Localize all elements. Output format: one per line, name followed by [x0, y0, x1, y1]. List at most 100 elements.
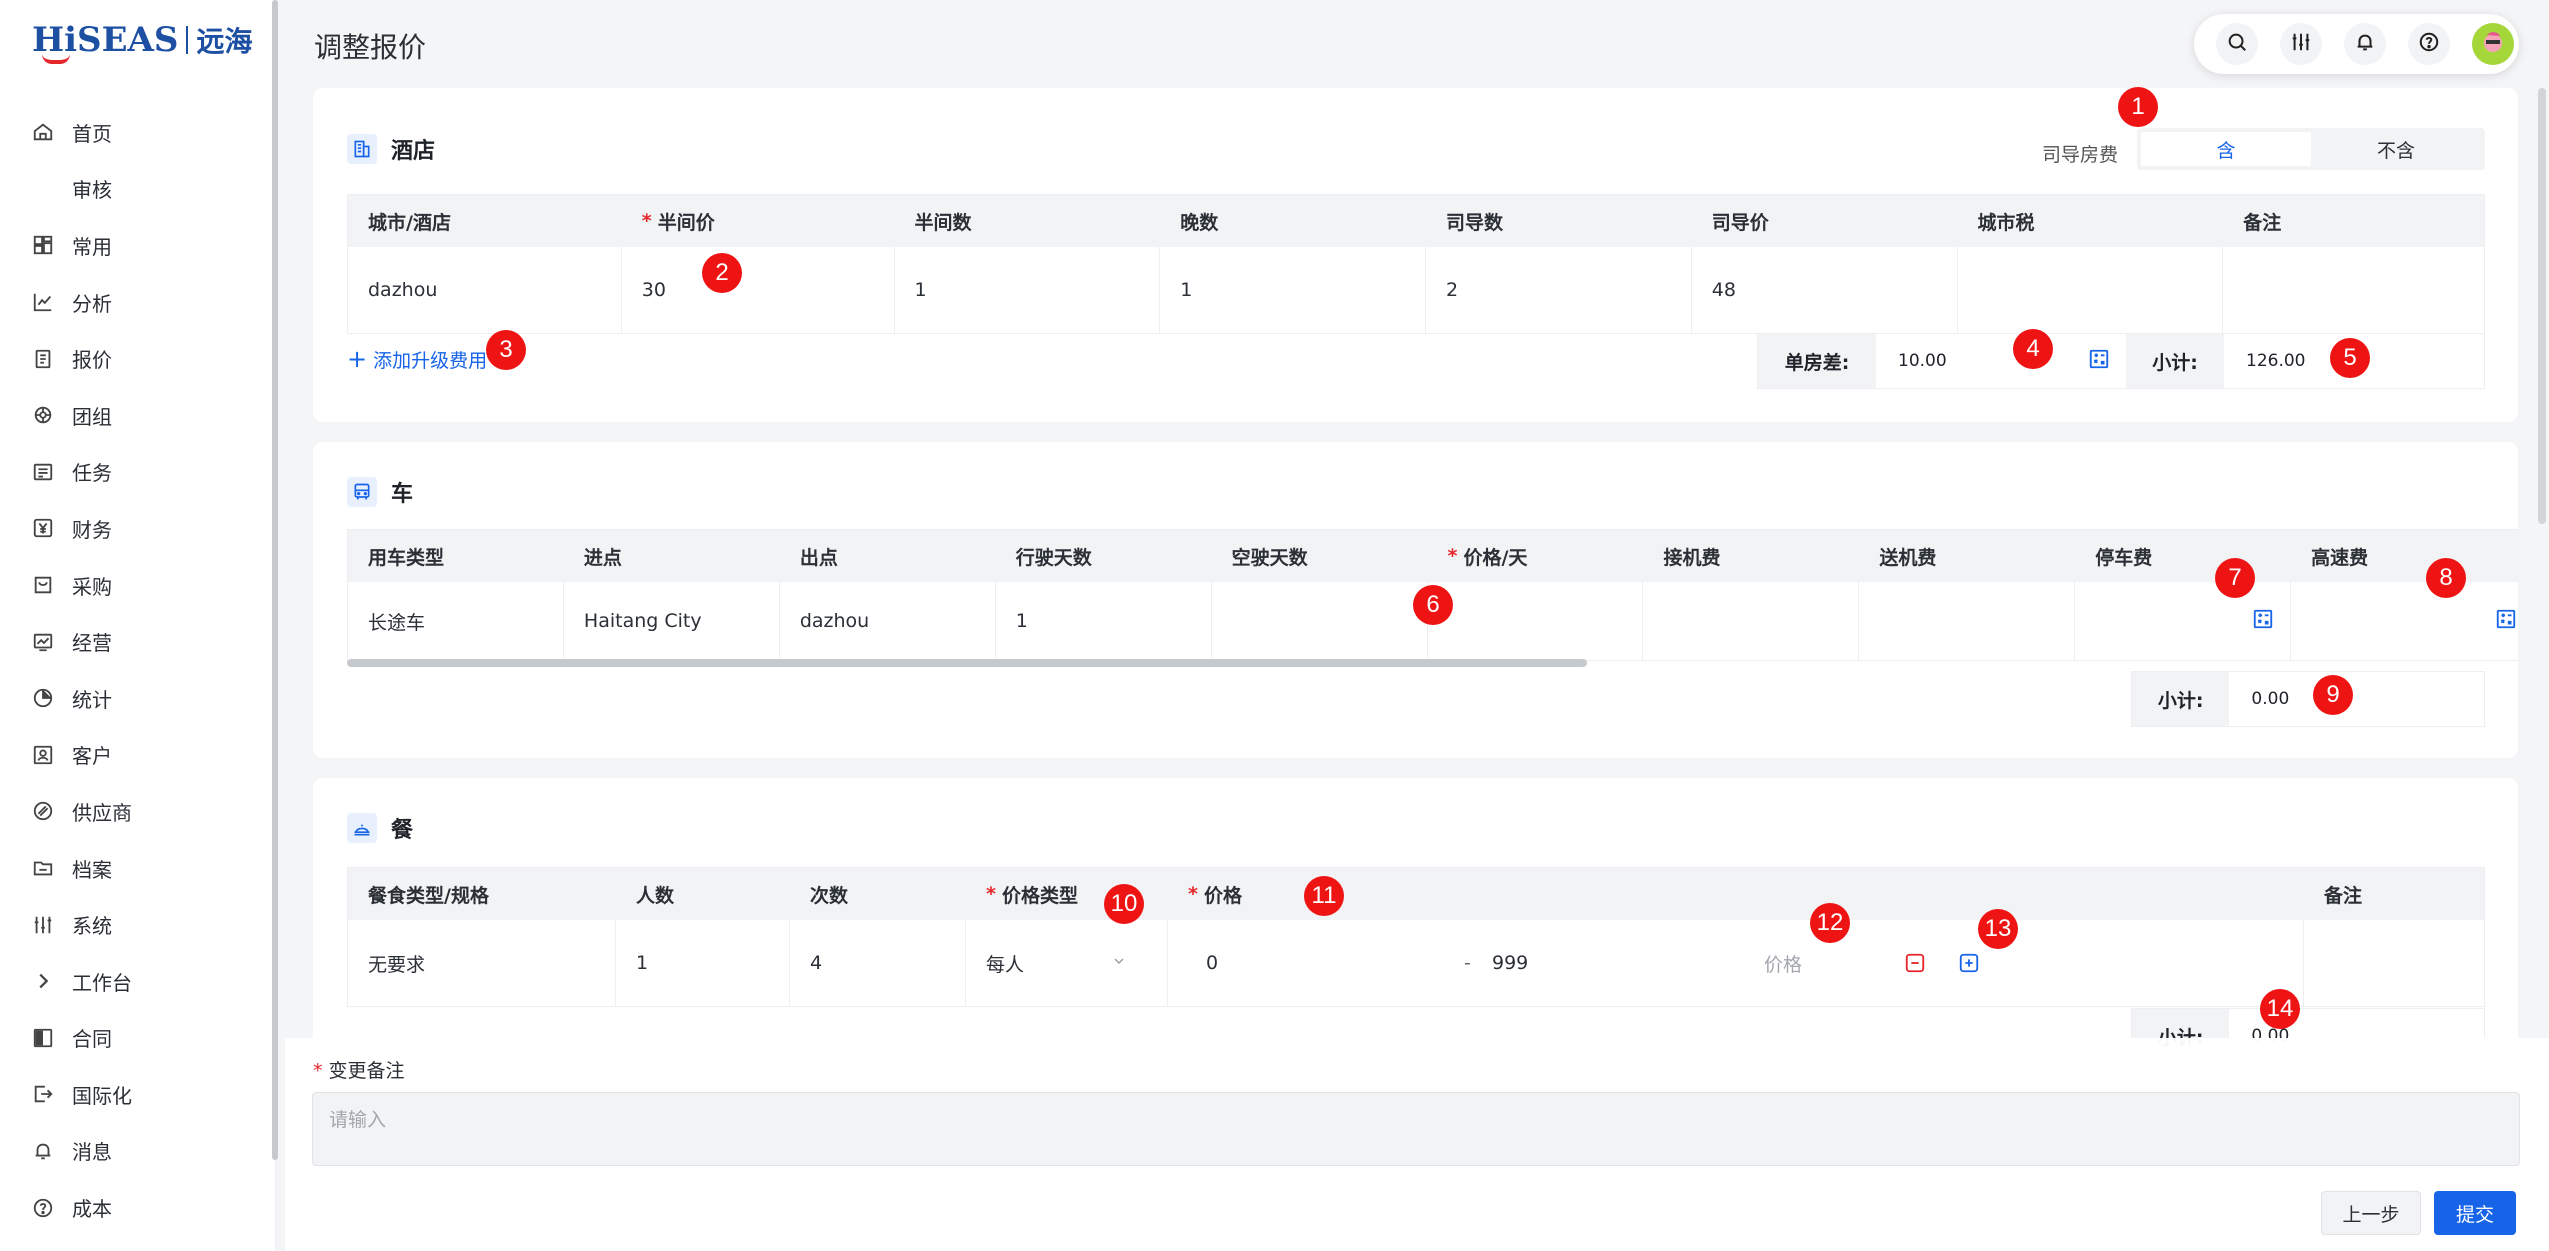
submit-button[interactable]: 提交: [2434, 1191, 2516, 1235]
settings-button[interactable]: [2280, 23, 2322, 65]
sidebar-item-quote[interactable]: 报价: [0, 330, 270, 387]
empty-days-input[interactable]: [1212, 582, 1428, 660]
sidebar-item-contract[interactable]: 合同: [0, 1010, 270, 1067]
header-dropoff-fee: 送机费: [1879, 546, 1937, 569]
required-mark: *: [313, 1060, 323, 1082]
finance-icon: [32, 517, 54, 539]
toggle-include[interactable]: 含: [2141, 132, 2311, 166]
pickup-fee-input[interactable]: [1643, 582, 1860, 660]
add-upgrade-fee-button[interactable]: + 添加升级费用: [347, 345, 487, 373]
supplier-icon: [32, 800, 54, 822]
sidebar-item-label: 任务: [72, 461, 112, 486]
sidebar-item-customer[interactable]: 客户: [0, 727, 270, 784]
price-type-select[interactable]: 每人: [966, 920, 1168, 1006]
required-mark: *: [986, 883, 996, 905]
meal-remark-input[interactable]: [2304, 920, 2484, 1006]
guide-price-input[interactable]: 48: [1692, 247, 1958, 333]
bus-icon: [347, 477, 377, 507]
help-button[interactable]: [2408, 23, 2450, 65]
toll-fee-cell: [2291, 582, 2519, 660]
sidebar-scrollbar[interactable]: [272, 0, 278, 1160]
annotation-badge: 7: [2215, 558, 2255, 598]
sidebar-item-statistics[interactable]: 统计: [0, 670, 270, 727]
nights-input[interactable]: 1: [1160, 247, 1426, 333]
minus-square-icon: [1905, 953, 1925, 973]
annotation-badge: 5: [2330, 338, 2370, 378]
sidebar-item-label: 消息: [72, 1140, 112, 1165]
app-logo[interactable]: HiSEAS 远海: [32, 16, 252, 64]
city-tax-input[interactable]: [1958, 247, 2224, 333]
car-table-hscrollbar[interactable]: [347, 659, 1587, 667]
notification-button[interactable]: [2344, 23, 2386, 65]
analysis-icon: [32, 291, 54, 313]
people-input[interactable]: 1: [616, 920, 790, 1006]
remove-price-button[interactable]: [1904, 952, 1926, 979]
dropoff-fee-input[interactable]: [1859, 582, 2076, 660]
toggle-exclude[interactable]: 不含: [2311, 132, 2481, 166]
header-remark: 备注: [2324, 884, 2363, 907]
sidebar-item-system[interactable]: 系统: [0, 896, 270, 953]
guide-count-input[interactable]: 2: [1426, 247, 1692, 333]
sidebar-item-group[interactable]: 团组: [0, 387, 270, 444]
header-empty-days: 空驶天数: [1231, 546, 1308, 569]
sidebar-item-purchase[interactable]: 采购: [0, 557, 270, 614]
chevron-down-icon: [1111, 952, 1127, 974]
annotation-badge: 9: [2313, 675, 2353, 715]
sidebar-item-label: 客户: [72, 744, 112, 769]
sidebar-item-workbench[interactable]: 工作台: [0, 953, 270, 1010]
calculator-icon[interactable]: [2495, 608, 2517, 635]
change-remark-textarea[interactable]: [312, 1092, 2520, 1166]
half-room-count-input[interactable]: 1: [895, 247, 1161, 333]
previous-step-button[interactable]: 上一步: [2321, 1191, 2421, 1235]
price-to-input[interactable]: 999: [1492, 952, 1528, 974]
sidebar-item-finance[interactable]: 财务: [0, 500, 270, 557]
add-price-button[interactable]: [1958, 952, 1980, 979]
sidebar-item-operation[interactable]: 经营: [0, 613, 270, 670]
cell-exit-point: dazhou: [780, 582, 996, 660]
sidebar-item-message[interactable]: 消息: [0, 1123, 270, 1180]
half-room-price-input[interactable]: 30: [622, 247, 895, 333]
avatar[interactable]: [2472, 23, 2514, 65]
header-half-room-count: 半间数: [914, 211, 972, 234]
price-per-day-input[interactable]: [1428, 582, 1644, 660]
price-from-input[interactable]: 0: [1206, 952, 1218, 974]
single-room-diff-label: 单房差:: [1758, 334, 1876, 388]
sidebar-item-archive[interactable]: 档案: [0, 840, 270, 897]
header-half-room-price: * 半间价: [641, 210, 715, 234]
sidebar-item-home[interactable]: 首页: [0, 104, 270, 161]
single-room-diff-field[interactable]: 10.00: [1876, 334, 2126, 388]
sidebar-item-label: 分析: [72, 291, 112, 316]
annotation-badge: 13: [1978, 909, 2018, 949]
driving-days-input[interactable]: 1: [996, 582, 1212, 660]
sidebar-item-common[interactable]: 常用: [0, 217, 270, 274]
header-pickup-fee: 接机费: [1663, 546, 1721, 569]
search-button[interactable]: [2216, 23, 2258, 65]
hotel-card: 酒店 司导房费 含 不含 城市/酒店 * 半间价 半间数 晚数 司导数 司导价 城…: [313, 88, 2518, 422]
logo-separator: [186, 26, 189, 54]
logout-icon: [32, 1083, 54, 1105]
annotation-badge: 4: [2013, 329, 2053, 369]
sidebar-item-task[interactable]: 任务: [0, 444, 270, 501]
header-times: 次数: [810, 884, 849, 907]
plus-square-icon: [1959, 953, 1979, 973]
cell-entry-point: Haitang City: [564, 582, 780, 660]
change-remark-label: * 变更备注: [313, 1060, 405, 1082]
price-type-value: 每人: [986, 953, 1025, 976]
required-mark: *: [641, 210, 652, 232]
sidebar-item-review[interactable]: 审核: [0, 161, 270, 218]
question-icon: [2418, 31, 2440, 57]
sidebar-item-label: 团组: [72, 404, 112, 429]
sidebar-item-supplier[interactable]: 供应商: [0, 783, 270, 840]
remark-input[interactable]: [2223, 247, 2484, 333]
calculator-icon[interactable]: [2088, 348, 2110, 375]
calculator-icon[interactable]: [2252, 608, 2274, 635]
main-scrollbar[interactable]: [2538, 88, 2546, 524]
sidebar-item-label: 采购: [72, 574, 112, 599]
price-input[interactable]: 价格: [1764, 950, 1802, 977]
hotel-summary: 单房差: 10.00 小计: 126.00: [1757, 333, 2485, 389]
times-input[interactable]: 4: [790, 920, 966, 1006]
sidebar-item-cost[interactable]: 成本: [0, 1179, 270, 1236]
header-toll-fee: 高速费: [2311, 546, 2369, 569]
sidebar-item-i18n[interactable]: 国际化: [0, 1066, 270, 1123]
sidebar-item-analysis[interactable]: 分析: [0, 274, 270, 331]
